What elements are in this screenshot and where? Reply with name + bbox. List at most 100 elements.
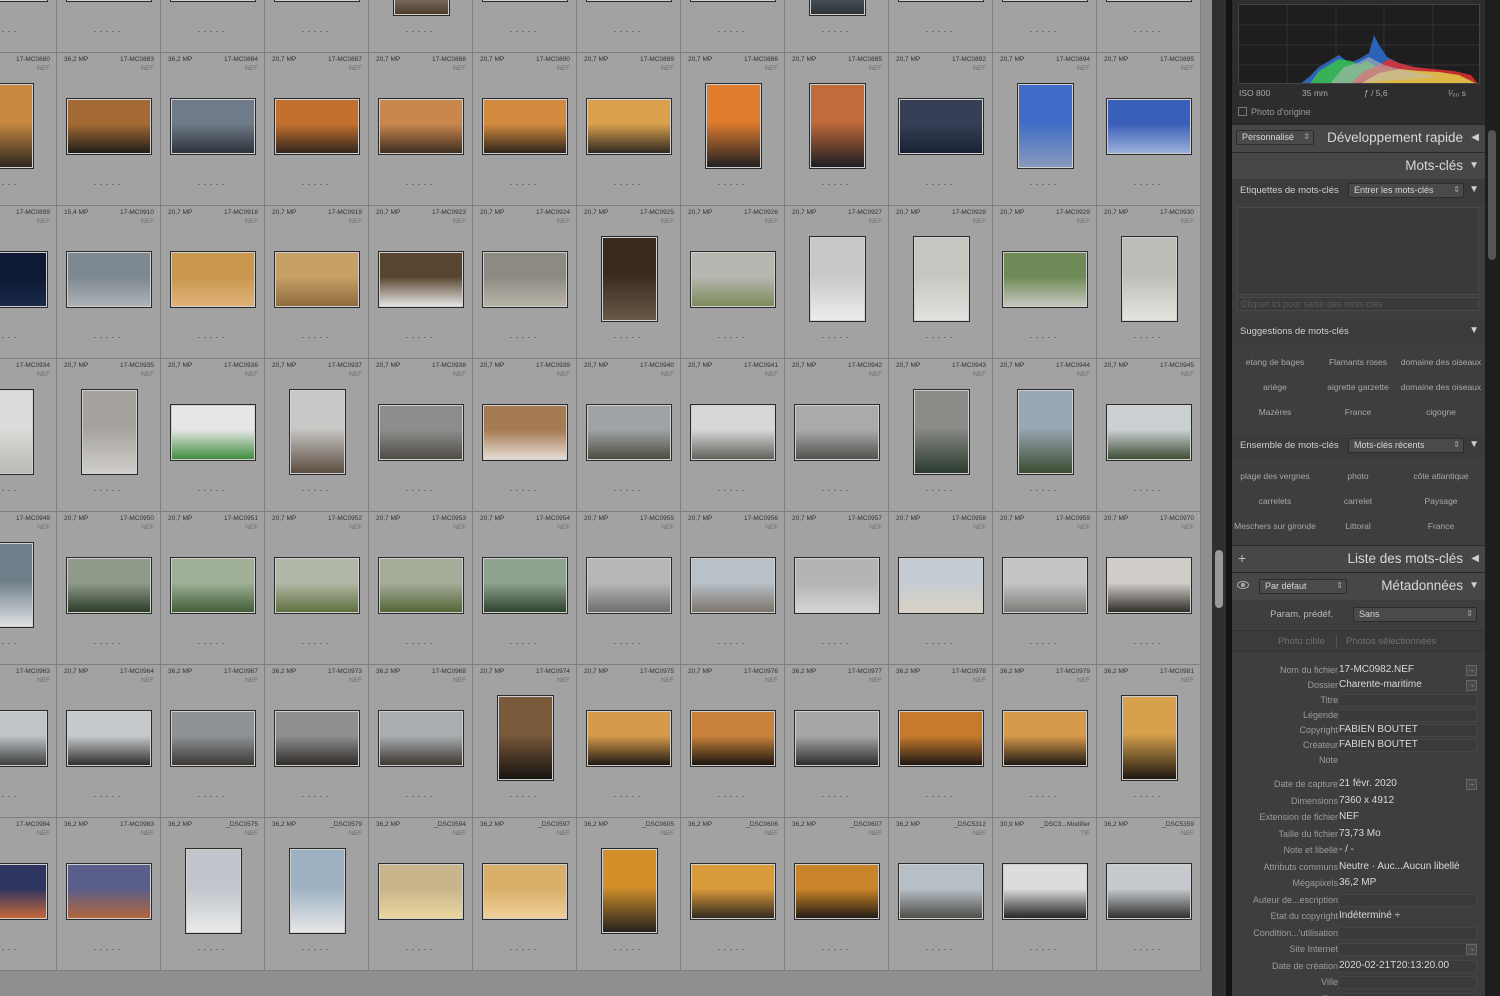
- photo-cell[interactable]: 36,2 MP _DSC0605 NEF ·····: [577, 818, 681, 971]
- rating-dots[interactable]: ·····: [785, 26, 888, 36]
- photo-cell[interactable]: 20,7 MP 17-MC0941 NEF ·····: [681, 359, 785, 512]
- rating-dots[interactable]: ·····: [57, 791, 160, 801]
- rating-dots[interactable]: ·····: [681, 332, 784, 342]
- rating-dots[interactable]: ·····: [1097, 332, 1200, 342]
- rating-dots[interactable]: ·····: [473, 332, 576, 342]
- photo-thumbnail[interactable]: [170, 403, 256, 461]
- photo-thumbnail[interactable]: [1002, 556, 1088, 614]
- photo-cell[interactable]: 36,2 MP 17-MC0967 NEF ·····: [161, 665, 265, 818]
- photo-cell[interactable]: ·····: [265, 0, 369, 53]
- photo-cell[interactable]: 20,7 MP 17-MC0886 NEF ·····: [681, 53, 785, 206]
- metadata-value[interactable]: [1339, 694, 1477, 707]
- photo-thumbnail[interactable]: [482, 556, 568, 614]
- photo-cell[interactable]: 20,7 MP 17-MC0974 NEF ·····: [473, 665, 577, 818]
- photo-cell[interactable]: ·····: [1097, 0, 1201, 53]
- rating-dots[interactable]: ·····: [577, 791, 680, 801]
- rating-dots[interactable]: ·····: [785, 791, 888, 801]
- rating-dots[interactable]: ·····: [0, 944, 56, 954]
- photo-cell[interactable]: 20,7 MP 17-MC0887 NEF ·····: [265, 53, 369, 206]
- rating-dots[interactable]: ·····: [57, 638, 160, 648]
- photo-thumbnail[interactable]: [184, 848, 242, 934]
- rating-dots[interactable]: ·····: [785, 944, 888, 954]
- photo-thumbnail[interactable]: [794, 709, 880, 767]
- rating-dots[interactable]: ·····: [889, 638, 992, 648]
- photo-thumbnail[interactable]: [808, 0, 866, 16]
- metadata-value[interactable]: [1339, 993, 1477, 996]
- photo-cell[interactable]: 17-MC0934 NEF ·····: [0, 359, 57, 512]
- panel-scroll-thumb[interactable]: [1488, 130, 1496, 260]
- keyword-chip[interactable]: Mazères: [1234, 407, 1316, 417]
- metadata-value[interactable]: FABIEN BOUTET: [1339, 724, 1477, 737]
- photo-cell[interactable]: 20,7 MP 17-MC0928 NEF ·····: [889, 206, 993, 359]
- photo-thumbnail[interactable]: [1106, 556, 1192, 614]
- photo-thumbnail[interactable]: [0, 542, 34, 628]
- photo-cell[interactable]: 36,2 MP _DSC0606 NEF ·····: [681, 818, 785, 971]
- rating-dots[interactable]: ·····: [681, 179, 784, 189]
- photo-thumbnail[interactable]: [808, 236, 866, 322]
- photo-thumbnail[interactable]: [912, 236, 970, 322]
- photo-thumbnail[interactable]: [1106, 0, 1192, 2]
- collapse-left-triangle-icon[interactable]: ◀: [1471, 132, 1479, 143]
- rating-dots[interactable]: ·····: [369, 332, 472, 342]
- photo-thumbnail[interactable]: [1106, 403, 1192, 461]
- photo-cell[interactable]: 30,9 MP _DSC3...Modifier TIF ·····: [993, 818, 1097, 971]
- photo-thumbnail[interactable]: [898, 0, 984, 2]
- rating-dots[interactable]: ·····: [993, 332, 1096, 342]
- photo-cell[interactable]: 20,7 MP 17-MC0956 NEF ·····: [681, 512, 785, 665]
- grid-scroll-thumb[interactable]: [1215, 550, 1223, 608]
- photo-thumbnail[interactable]: [1002, 0, 1088, 2]
- photo-cell[interactable]: 20,7 MP 17-MC0954 NEF ·····: [473, 512, 577, 665]
- photo-thumbnail[interactable]: [170, 709, 256, 767]
- keyword-suggestions-header[interactable]: Suggestions de mots-clés ▼: [1232, 320, 1485, 344]
- photo-thumbnail[interactable]: [808, 83, 866, 169]
- rating-dots[interactable]: ·····: [993, 638, 1096, 648]
- expand-down-triangle-icon[interactable]: ▼: [1469, 184, 1479, 195]
- keyword-chip[interactable]: plage des vergnes: [1234, 471, 1316, 481]
- rating-dots[interactable]: ·····: [1097, 26, 1200, 36]
- photo-thumbnail[interactable]: [0, 83, 34, 169]
- photo-thumbnail[interactable]: [1120, 695, 1178, 781]
- photo-cell[interactable]: 36,2 MP _DSC0594 NEF ·····: [369, 818, 473, 971]
- rating-dots[interactable]: ·····: [473, 944, 576, 954]
- photo-cell[interactable]: 36,2 MP _DSC0607 NEF ·····: [785, 818, 889, 971]
- photo-cell[interactable]: 17-MC0963 NEF ·····: [0, 665, 57, 818]
- rating-dots[interactable]: ·····: [785, 179, 888, 189]
- keyword-list-header[interactable]: + Liste des mots-clés ◀: [1232, 545, 1485, 572]
- photo-thumbnail[interactable]: [482, 0, 568, 2]
- photo-thumbnail[interactable]: [66, 97, 152, 155]
- rating-dots[interactable]: ·····: [681, 485, 784, 495]
- rating-dots[interactable]: ·····: [577, 944, 680, 954]
- photo-thumbnail[interactable]: [1002, 250, 1088, 308]
- photo-thumbnail[interactable]: [586, 403, 672, 461]
- rating-dots[interactable]: ·····: [577, 638, 680, 648]
- expand-down-triangle-icon[interactable]: ▼: [1469, 580, 1479, 591]
- photo-cell[interactable]: 20,7 MP 17-MC0964 NEF ·····: [57, 665, 161, 818]
- tab-photo-cible[interactable]: Photo cible: [1278, 636, 1325, 647]
- rating-dots[interactable]: ·····: [369, 26, 472, 36]
- metadata-action-icon[interactable]: →: [1466, 779, 1477, 790]
- rating-dots[interactable]: ·····: [265, 332, 368, 342]
- rating-dots[interactable]: ·····: [161, 179, 264, 189]
- expand-down-triangle-icon[interactable]: ▼: [1469, 325, 1479, 336]
- photo-thumbnail[interactable]: [378, 709, 464, 767]
- photo-thumbnail[interactable]: [66, 556, 152, 614]
- photo-thumbnail[interactable]: [482, 862, 568, 920]
- photo-cell[interactable]: 36,2 MP 17-MC0979 NEF ·····: [993, 665, 1097, 818]
- photo-thumbnail[interactable]: [1016, 83, 1074, 169]
- photo-cell[interactable]: 20,7 MP 17-MC0943 NEF ·····: [889, 359, 993, 512]
- photo-thumbnail[interactable]: [274, 556, 360, 614]
- rating-dots[interactable]: ·····: [1097, 791, 1200, 801]
- photo-cell[interactable]: ·····: [0, 0, 57, 53]
- photo-thumbnail[interactable]: [0, 709, 48, 767]
- photo-thumbnail[interactable]: [392, 0, 450, 16]
- metadata-header[interactable]: Par défaut ⇕ Métadonnées ▼: [1232, 572, 1485, 600]
- rating-dots[interactable]: ·····: [369, 638, 472, 648]
- photo-cell[interactable]: 36,2 MP _DSC5359 NEF ·····: [1097, 818, 1201, 971]
- keyword-chip[interactable]: carrelets: [1234, 496, 1316, 506]
- panel-scrollbar[interactable]: [1485, 0, 1500, 996]
- photo-thumbnail[interactable]: [898, 97, 984, 155]
- rating-dots[interactable]: ·····: [681, 26, 784, 36]
- rating-dots[interactable]: ·····: [57, 179, 160, 189]
- rating-dots[interactable]: ·····: [785, 638, 888, 648]
- quick-develop-header[interactable]: Personnalisé ⇕ Développement rapide ◀: [1232, 124, 1485, 152]
